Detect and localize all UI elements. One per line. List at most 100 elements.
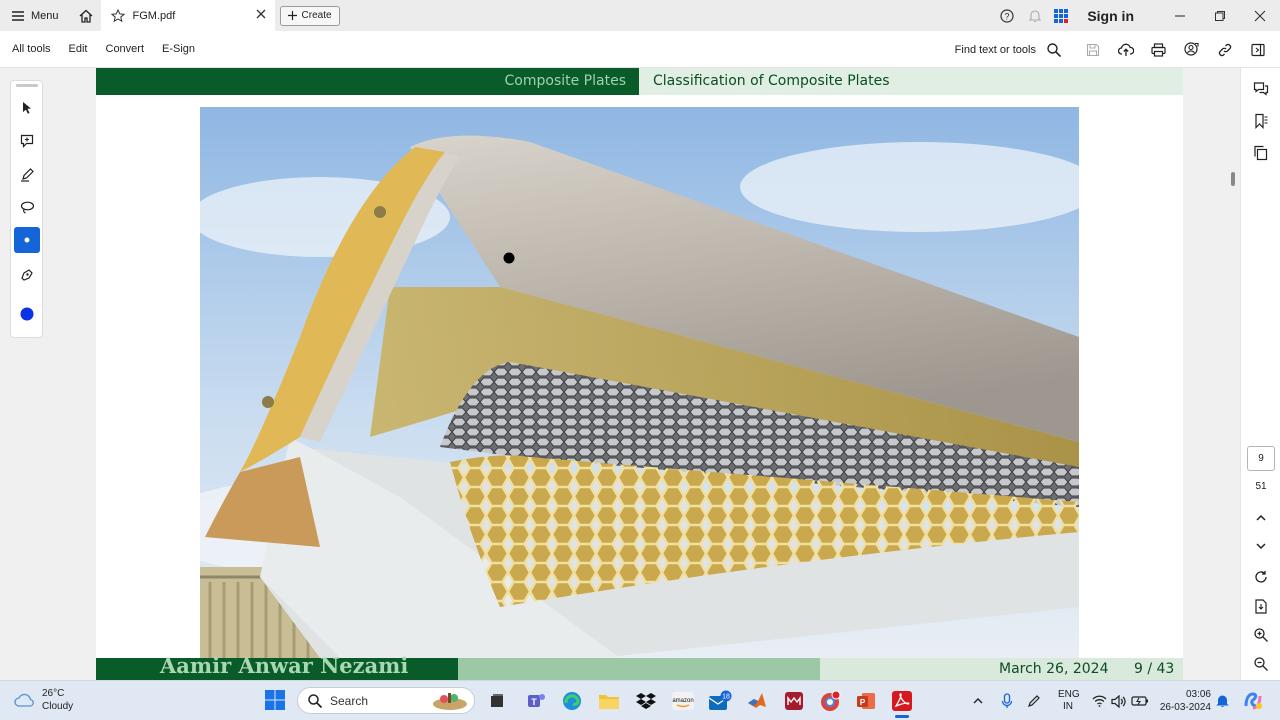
search-highlight-icon <box>433 692 467 710</box>
pen-tray-icon <box>1028 695 1040 707</box>
comments-icon <box>1253 82 1269 96</box>
weather-widget[interactable]: 26°C Cloudy <box>14 687 73 713</box>
save-button[interactable] <box>1076 31 1109 68</box>
menu-button[interactable]: Menu <box>0 0 71 31</box>
notifications-button[interactable] <box>1021 0 1049 31</box>
windows-logo-icon <box>265 690 285 710</box>
slide-section-title: Composite Plates <box>504 73 626 89</box>
powerpoint-app[interactable]: P <box>854 689 878 713</box>
copilot-button[interactable] <box>1241 689 1265 713</box>
mail-app[interactable]: 18 <box>708 689 732 713</box>
wifi-tray[interactable] <box>1090 689 1108 713</box>
minimize-button[interactable] <box>1160 0 1200 31</box>
pages-panel-button[interactable] <box>1249 141 1273 165</box>
chrome-app[interactable] <box>818 689 842 713</box>
all-tools-menu[interactable]: All tools <box>0 43 60 55</box>
home-button[interactable] <box>71 0 101 31</box>
close-window-button[interactable] <box>1240 0 1280 31</box>
panel-grip[interactable] <box>16 84 38 87</box>
find-button[interactable] <box>1042 31 1066 68</box>
slide-footer-middle <box>458 658 820 680</box>
print-button[interactable] <box>1142 31 1175 68</box>
slide-header-subsection: Classification of Composite Plates <box>639 68 1183 95</box>
zoom-out-button[interactable] <box>1249 652 1273 676</box>
document-scroll-icon <box>1255 598 1267 614</box>
svg-text:amazon: amazon <box>672 698 693 704</box>
minimize-icon <box>1175 14 1185 17</box>
mendeley-app[interactable] <box>782 689 806 713</box>
edit-menu[interactable]: Edit <box>60 43 97 55</box>
vertical-scrollbar-thumb[interactable] <box>1231 172 1235 186</box>
esign-menu[interactable]: E-Sign <box>153 43 204 55</box>
color-picker[interactable] <box>14 301 40 327</box>
rotate-button[interactable] <box>1249 565 1273 589</box>
language-indicator[interactable]: ENG IN <box>1058 689 1080 713</box>
page-number-input[interactable]: 9 <box>1247 446 1275 471</box>
upload-button[interactable] <box>1109 31 1142 68</box>
taskbar-search-label: Search <box>330 693 369 708</box>
notification-center-button[interactable] <box>1213 689 1231 713</box>
tab-bar-right: ? Sign in <box>993 0 1280 31</box>
sidebar-toggle-button[interactable] <box>1241 31 1274 68</box>
edge-app[interactable] <box>560 689 584 713</box>
share-button[interactable] <box>1175 31 1208 68</box>
author-name: Aamir Anwar Nezami <box>160 653 409 678</box>
document-tab[interactable]: FGM.pdf <box>100 0 275 31</box>
task-view-icon <box>491 694 503 707</box>
rotate-icon <box>1255 571 1267 583</box>
amazon-app[interactable]: amazon <box>671 689 695 713</box>
add-comment-icon <box>20 134 33 148</box>
plus-icon <box>287 11 297 20</box>
link-button[interactable] <box>1208 31 1241 68</box>
pen-tray[interactable] <box>1025 689 1043 713</box>
restore-icon <box>1215 10 1225 21</box>
lasso-tool[interactable] <box>14 194 40 220</box>
slide-footer-author: Aamir Anwar Nezami <box>96 653 458 680</box>
help-button[interactable]: ? <box>993 0 1021 31</box>
apps-button[interactable] <box>1049 0 1073 31</box>
pdf-page[interactable]: Composite Plates Classification of Compo… <box>96 68 1183 680</box>
close-tab-icon[interactable] <box>255 8 267 20</box>
teams-icon: T <box>528 694 545 707</box>
battery-tray[interactable] <box>1130 689 1150 713</box>
tab-bar: Menu FGM.pdf Create ? Sign in <box>0 0 1280 31</box>
microphone-tray[interactable] <box>998 689 1016 713</box>
previous-page-button[interactable] <box>1249 506 1273 530</box>
acrobat-app[interactable] <box>890 689 914 718</box>
convert-menu[interactable]: Convert <box>97 43 154 55</box>
cloud-icon <box>14 693 34 707</box>
highlight-tool[interactable] <box>14 161 40 187</box>
zoom-in-icon <box>1254 628 1268 642</box>
task-view-app[interactable] <box>485 689 509 713</box>
volume-tray[interactable] <box>1109 689 1127 713</box>
sign-in-button[interactable]: Sign in <box>1087 8 1134 24</box>
active-app-indicator <box>895 715 909 718</box>
matlab-icon <box>748 693 766 708</box>
restore-button[interactable] <box>1200 0 1240 31</box>
tray-overflow-button[interactable] <box>970 689 986 713</box>
pointer-dot-tool[interactable] <box>14 227 40 253</box>
start-button[interactable] <box>264 689 286 716</box>
slide-footer-right: March 26, 2024 9 / 43 <box>820 658 1183 680</box>
dropbox-app[interactable] <box>634 689 658 713</box>
main-toolbar: All tools Edit Convert E-Sign Find text … <box>0 31 1280 68</box>
teams-app[interactable]: T <box>524 689 548 713</box>
star-icon[interactable] <box>110 8 125 23</box>
printer-icon <box>1151 42 1166 57</box>
microphone-icon <box>1001 693 1013 708</box>
next-page-button[interactable] <box>1249 534 1273 558</box>
matlab-app[interactable] <box>745 689 769 713</box>
sign-tool[interactable] <box>14 261 40 287</box>
select-tool[interactable] <box>14 95 40 121</box>
taskbar-search[interactable]: Search <box>297 687 475 714</box>
create-button[interactable]: Create <box>279 5 340 26</box>
find-text-label[interactable]: Find text or tools <box>955 44 1036 56</box>
file-explorer-app[interactable] <box>597 689 621 713</box>
page-thumbnail-button[interactable] <box>1249 594 1273 618</box>
system-clock[interactable]: 03:06 26-03-2024 <box>1155 688 1211 714</box>
bookmarks-panel-button[interactable] <box>1249 109 1273 133</box>
comments-panel-button[interactable] <box>1249 77 1273 101</box>
comment-tool[interactable] <box>14 128 40 154</box>
windows-taskbar: 26°C Cloudy Search T amazon 18 P ENG IN … <box>0 680 1280 720</box>
zoom-in-button[interactable] <box>1249 623 1273 647</box>
